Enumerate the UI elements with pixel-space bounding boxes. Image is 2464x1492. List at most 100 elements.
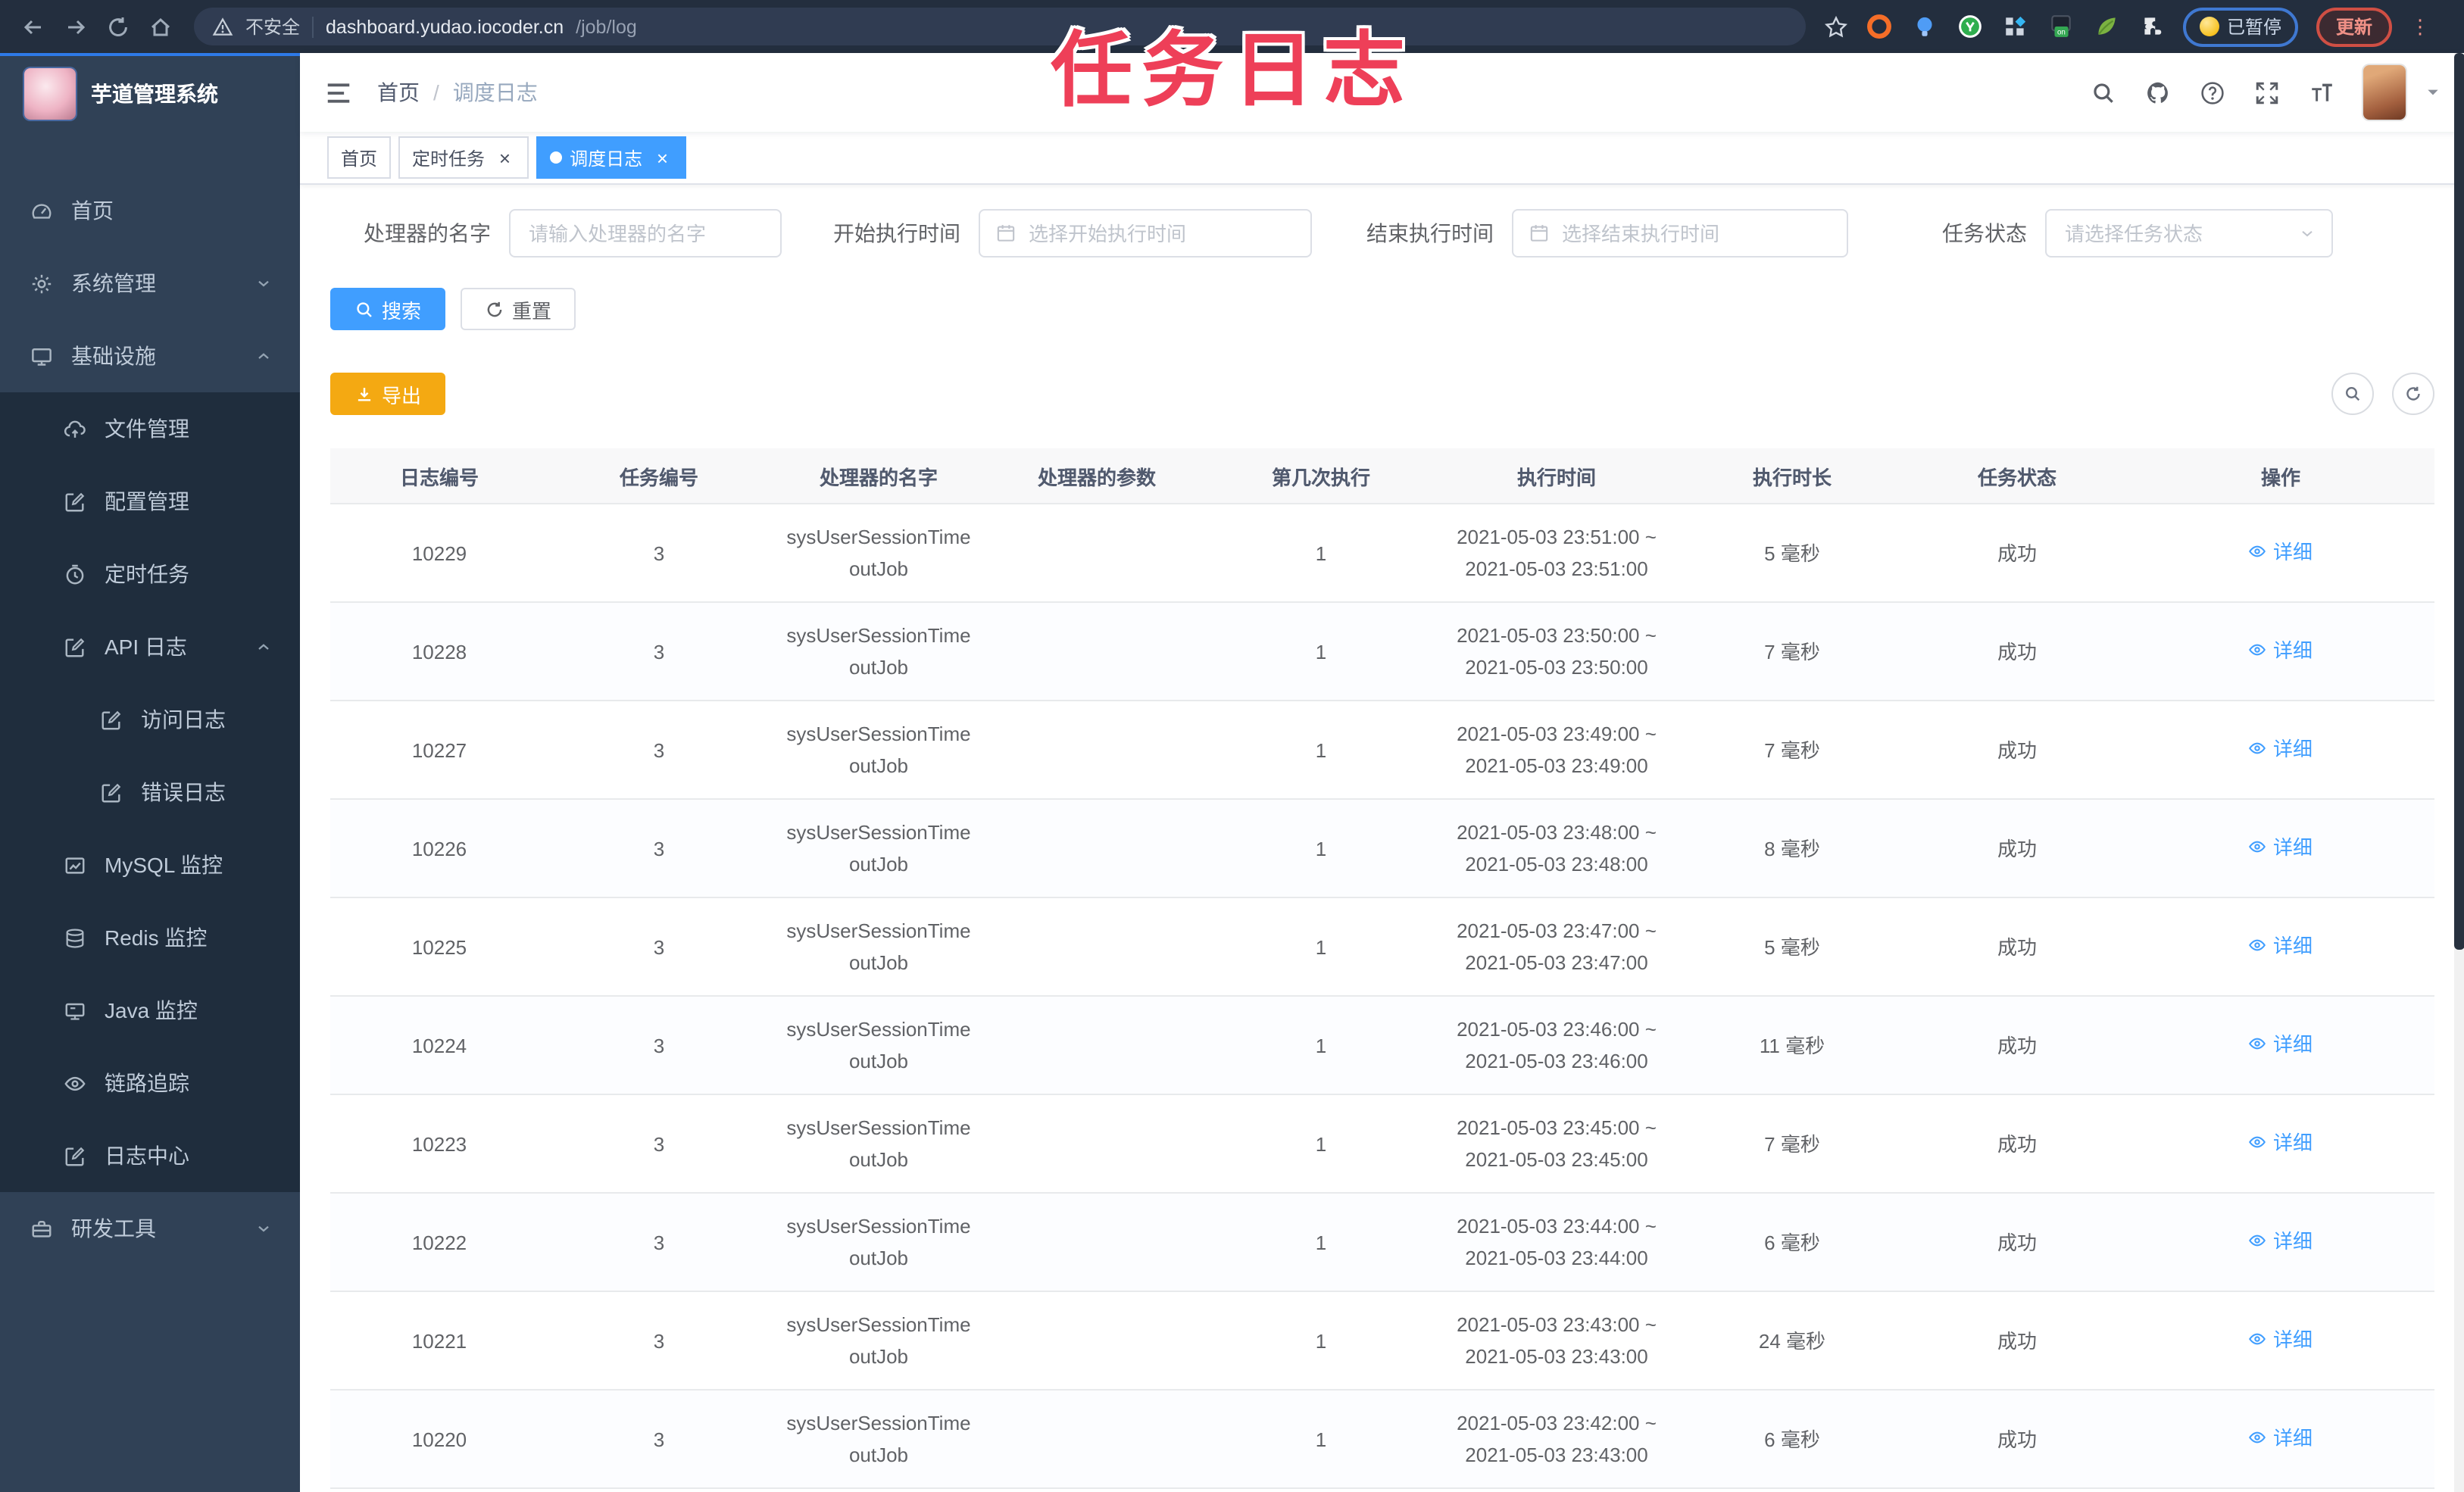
update-button[interactable]: 更新 (2316, 7, 2393, 46)
help-icon[interactable] (2200, 80, 2225, 105)
leaf-icon[interactable] (2094, 14, 2119, 39)
browser-forward-button[interactable] (58, 8, 94, 45)
detail-link[interactable]: 详细 (2249, 635, 2313, 666)
status-text: 成功 (1907, 701, 2127, 800)
browser-menu-icon[interactable]: ⋮ (2410, 17, 2430, 36)
filter-label: 结束执行时间 (1366, 221, 1494, 245)
y-browser-icon[interactable] (1957, 14, 1983, 39)
detail-link[interactable]: 详细 (2249, 1028, 2313, 1060)
fullscreen-icon[interactable] (2254, 80, 2280, 105)
handler-name-input-wrap (509, 209, 782, 258)
job-status-select[interactable] (2045, 209, 2333, 258)
puzzle-icon[interactable] (2139, 14, 2165, 39)
detail-link[interactable]: 详细 (2249, 1127, 2313, 1159)
sidebar-item[interactable]: API 日志 (0, 610, 300, 683)
log-table-body: 10229 3 sysUserSessionTimeoutJob 1 2021-05-0… (330, 504, 2434, 1489)
emoji-icon (2200, 17, 2219, 36)
search-button[interactable]: 搜索 (330, 288, 446, 330)
detail-link[interactable]: 详细 (2249, 832, 2313, 863)
detail-link[interactable]: 详细 (2249, 930, 2313, 962)
detail-link[interactable]: 详细 (2249, 1225, 2313, 1257)
cell-duration: 11 毫秒 (1677, 996, 1907, 1095)
detail-link[interactable]: 详细 (2249, 1422, 2313, 1454)
handler-name-input[interactable] (526, 220, 765, 246)
sidebar-item-label: 基础设施 (71, 344, 156, 368)
cell: 10221 (330, 1291, 548, 1391)
paused-badge[interactable]: 已暂停 (2183, 7, 2299, 46)
warning-icon (212, 16, 233, 37)
detail-link[interactable]: 详细 (2249, 536, 2313, 568)
cell: sysUserSessionTimeoutJob (770, 897, 988, 997)
export-button[interactable]: 导出 (330, 373, 446, 415)
bulb-icon[interactable] (1912, 14, 1938, 39)
cell: 3 (548, 799, 770, 898)
detail-link[interactable]: 详细 (2249, 1324, 2313, 1356)
browser-back-button[interactable] (15, 8, 52, 45)
reset-button[interactable]: 重置 (461, 288, 576, 330)
filter-label: 处理器的名字 (364, 221, 491, 245)
cell-exec-time: 2021-05-03 23:42:00 ~2021-05-03 23:43:00 (1436, 1390, 1677, 1489)
tab[interactable]: 首页 (327, 136, 392, 179)
sidebar-item[interactable]: 访问日志 (0, 683, 300, 756)
end-time-input[interactable] (1559, 220, 1832, 246)
onetab-icon[interactable]: on (2048, 14, 2074, 39)
user-avatar[interactable] (2363, 65, 2406, 120)
cell: sysUserSessionTimeoutJob (770, 602, 988, 701)
sidebar-item[interactable]: 链路追踪 (0, 1047, 300, 1119)
sidebar-item[interactable]: 日志中心 (0, 1119, 300, 1192)
sidebar-menu: 首页 系统管理基础设施文件管理 配置管理 定时任务 API 日志 访问日志 错误日志 MySQ… (0, 174, 300, 1265)
cell-actions: 详细 (2127, 897, 2434, 997)
sidebar-item[interactable]: 首页 (0, 174, 300, 247)
ublock-icon[interactable] (1866, 14, 1892, 39)
close-icon[interactable]: × (651, 147, 673, 168)
caret-down-icon[interactable] (2425, 85, 2441, 100)
download-icon (354, 384, 374, 404)
cell-duration: 5 毫秒 (1677, 504, 1907, 603)
github-icon[interactable] (2145, 80, 2171, 105)
cell-actions: 详细 (2127, 602, 2434, 701)
cell (988, 1291, 1206, 1391)
job-status-select-input[interactable] (2062, 220, 2289, 246)
cell: 1 (1206, 1291, 1436, 1391)
detail-link-label: 详细 (2272, 540, 2313, 563)
sidebar-logo-row[interactable]: 芋道管理系统 (0, 53, 300, 135)
search-icon[interactable] (2091, 80, 2116, 105)
tab[interactable]: 调度日志 × (536, 136, 687, 179)
hamburger-icon[interactable] (324, 78, 353, 107)
browser-home-button[interactable] (142, 8, 179, 45)
sidebar-item[interactable]: 研发工具 (0, 1192, 300, 1265)
filter-begin-time: 开始执行时间 (833, 209, 1312, 258)
scrollbar-thumb[interactable] (2454, 53, 2464, 950)
browser-reload-button[interactable] (100, 8, 136, 45)
cell: 3 (548, 996, 770, 1095)
security-label[interactable]: 不安全 (245, 14, 300, 39)
cell: 10227 (330, 701, 548, 800)
cell-exec-time: 2021-05-03 23:45:00 ~2021-05-03 23:45:00 (1436, 1094, 1677, 1194)
begin-time-input[interactable] (1026, 220, 1295, 246)
sidebar-item[interactable]: 基础设施 (0, 320, 300, 392)
cell-duration: 7 毫秒 (1677, 1094, 1907, 1194)
sidebar-item[interactable]: 文件管理 (0, 392, 300, 465)
sidebar-item[interactable]: Java 监控 (0, 974, 300, 1047)
sidebar-item[interactable]: Redis 监控 (0, 901, 300, 974)
font-size-icon[interactable] (2309, 80, 2334, 105)
sidebar-item[interactable]: 定时任务 (0, 538, 300, 610)
address-bar[interactable]: 不安全 dashboard.yudao.iocoder.cn/job/log (194, 8, 1806, 45)
close-icon[interactable]: × (494, 147, 515, 168)
detail-link[interactable]: 详细 (2249, 733, 2313, 765)
cell-exec-time: 2021-05-03 23:44:00 ~2021-05-03 23:44:00 (1436, 1193, 1677, 1292)
sidebar-item[interactable]: 错误日志 (0, 756, 300, 829)
cell: sysUserSessionTimeoutJob (770, 1094, 988, 1194)
sidebar-item[interactable]: 配置管理 (0, 465, 300, 538)
tab[interactable]: 定时任务 × (398, 136, 529, 179)
bookmark-star-icon[interactable] (1824, 14, 1848, 39)
refresh-table-button[interactable] (2392, 373, 2434, 415)
breadcrumb-home[interactable]: 首页 (377, 77, 420, 108)
sidebar-item[interactable]: MySQL 监控 (0, 829, 300, 901)
cell (988, 701, 1206, 800)
toggle-search-button[interactable] (2331, 373, 2374, 415)
detail-link-label: 详细 (2272, 1328, 2313, 1351)
tabs-icon[interactable] (2003, 14, 2028, 39)
sidebar-item[interactable]: 系统管理 (0, 247, 300, 320)
scrollbar-track[interactable] (2454, 53, 2464, 1492)
